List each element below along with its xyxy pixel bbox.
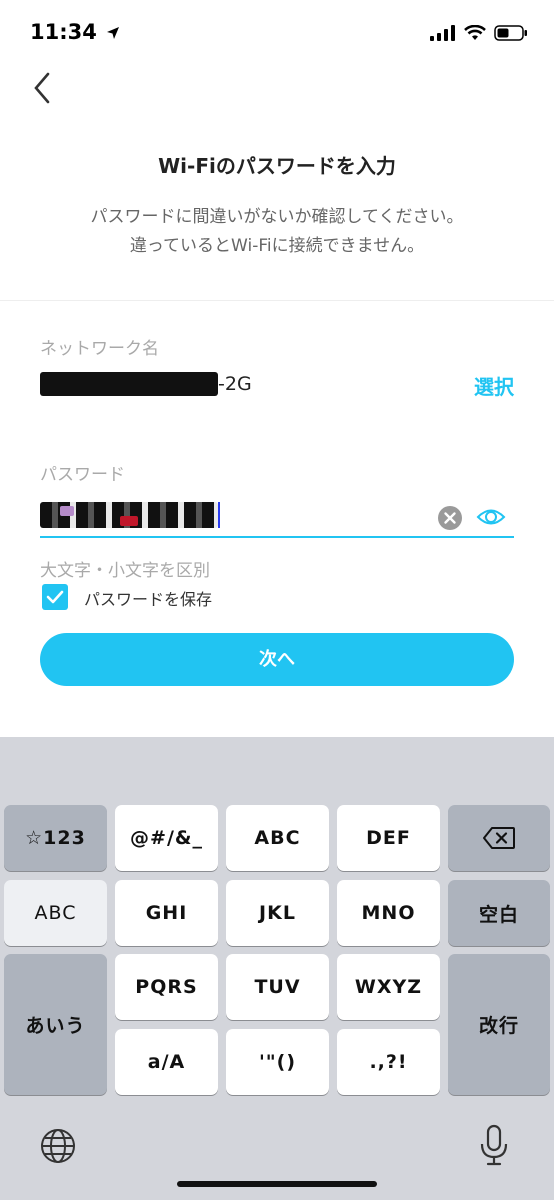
key-jkl[interactable]: JKL — [226, 880, 329, 946]
redacted-password — [40, 502, 218, 528]
next-button[interactable]: 次へ — [40, 633, 514, 686]
text-cursor — [218, 502, 220, 528]
password-label: パスワード — [40, 465, 125, 485]
section-divider — [0, 300, 554, 301]
key-case-toggle[interactable]: a/A — [115, 1029, 218, 1095]
page-title: Wi-Fiのパスワードを入力 — [158, 154, 396, 178]
key-pqrs[interactable]: PQRS — [115, 954, 218, 1020]
back-button[interactable] — [28, 70, 58, 106]
key-def[interactable]: DEF — [337, 805, 440, 871]
battery-icon — [494, 25, 527, 41]
signal-icon — [430, 25, 455, 41]
show-password-eye-icon[interactable] — [476, 506, 506, 528]
key-wxyz[interactable]: WXYZ — [337, 954, 440, 1020]
redacted-network-name — [40, 372, 218, 396]
key-tuv[interactable]: TUV — [226, 954, 329, 1020]
status-icons — [430, 22, 528, 44]
key-punct[interactable]: @#/&_ — [115, 805, 218, 871]
chevron-left-icon — [34, 72, 50, 104]
globe-icon[interactable] — [38, 1126, 78, 1166]
network-name-label: ネットワーク名 — [40, 339, 159, 359]
key-kana[interactable]: あいう — [4, 954, 107, 1095]
clear-icon[interactable] — [437, 505, 463, 531]
save-password-label: パスワードを保存 — [84, 590, 213, 609]
key-quotes[interactable]: '"() — [226, 1029, 329, 1095]
key-abc-mode[interactable]: ABC — [4, 880, 107, 946]
status-time: 11:34 — [30, 20, 120, 44]
key-symbols[interactable]: ☆123 — [4, 805, 107, 871]
page-subtitle: パスワードに間違いがないか確認してください。 違っているとWi-Fiに接続できま… — [90, 207, 464, 256]
key-return[interactable]: 改行 — [448, 954, 550, 1095]
network-name-suffix: -2G — [218, 373, 252, 395]
location-arrow-icon — [107, 27, 120, 39]
key-backspace[interactable] — [448, 805, 550, 871]
case-sensitive-note: 大文字・小文字を区別 — [40, 561, 210, 581]
network-name-value[interactable]: -2G — [40, 372, 252, 396]
key-mno[interactable]: MNO — [337, 880, 440, 946]
key-ghi[interactable]: GHI — [115, 880, 218, 946]
microphone-icon[interactable] — [478, 1124, 510, 1168]
wifi-icon — [464, 25, 486, 40]
select-network-link[interactable]: 選択 — [474, 371, 514, 400]
key-punctuation[interactable]: .,?! — [337, 1029, 440, 1095]
key-abc-letters[interactable]: ABC — [226, 805, 329, 871]
home-indicator[interactable] — [177, 1181, 377, 1187]
status-time-text: 11:34 — [30, 20, 97, 44]
password-underline — [40, 536, 514, 538]
backspace-icon — [483, 827, 515, 849]
checkmark-icon — [46, 590, 64, 604]
keyboard: ☆123 @#/&_ ABC DEF ABC GHI JKL MNO 空白 あい… — [0, 737, 554, 1200]
save-password-checkbox[interactable] — [42, 584, 68, 610]
key-space[interactable]: 空白 — [448, 880, 550, 946]
